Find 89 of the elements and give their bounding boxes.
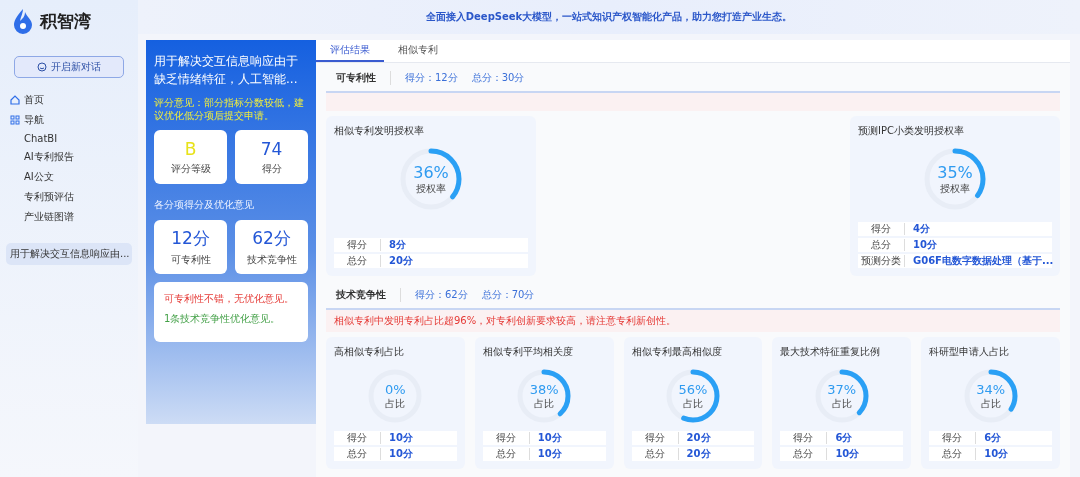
percent-value: 38% — [529, 381, 559, 397]
nav-label: 导航 — [24, 113, 44, 127]
card-title: 相似专利发明授权率 — [334, 124, 425, 138]
row-value: 10分 — [913, 239, 937, 251]
card-title: 相似专利最高相似度 — [631, 345, 723, 359]
card-title: 科研型申请人占比 — [929, 345, 1011, 359]
section-score: 得分：62分 — [415, 288, 468, 302]
row-value: 10分 — [537, 448, 562, 460]
stat-label: 技术竞争性 — [246, 253, 297, 267]
row-label: 总分 — [858, 239, 905, 251]
row-label: 总分 — [482, 448, 530, 460]
row-value: 10分 — [389, 432, 413, 444]
section-total: 总分：30分 — [471, 71, 525, 85]
row-value: 20分 — [686, 448, 711, 460]
flame-logo-icon — [12, 8, 34, 34]
row-label: 得分 — [334, 432, 381, 444]
stat-value: 12分 — [171, 227, 210, 250]
stat-value: B — [184, 138, 197, 159]
row-value: G06F电数字数据处理（基于... — [913, 255, 1054, 267]
tab[interactable]: 相似专利 — [384, 40, 452, 62]
note-text: 可专利性不错，无优化意见。 — [164, 292, 295, 306]
stat-label: 可专利性 — [170, 253, 211, 267]
nav-label: 首页 — [24, 93, 44, 107]
brand-name: 积智湾 — [40, 9, 91, 33]
row-value: 10分 — [835, 448, 860, 460]
row-label: 总分 — [780, 448, 828, 460]
section-score: 得分：12分 — [405, 71, 458, 85]
card-title: 最大技术特征重复比例 — [780, 345, 882, 359]
row-label: 得分 — [929, 432, 977, 444]
section-name: 可专利性 — [336, 71, 391, 85]
note-text: 1条技术竞争性优化意见。 — [164, 312, 282, 326]
new-chat-button[interactable]: 开启新对话 — [14, 56, 124, 78]
row-value: 10分 — [537, 432, 562, 444]
row-label: 预测分类 — [858, 255, 905, 267]
gauge-caption: 占比 — [831, 396, 852, 411]
nav-item[interactable]: 导航 — [6, 112, 132, 128]
percent-value: 0% — [385, 381, 406, 397]
stat-label: 评分等级 — [170, 161, 211, 176]
row-value: 6分 — [984, 432, 1002, 444]
gauge-caption: 占比 — [683, 396, 703, 411]
section-name: 技术竞争性 — [336, 288, 401, 302]
percent-value: 36% — [413, 162, 449, 182]
row-value: 6分 — [835, 432, 853, 444]
row-label: 得分 — [858, 223, 905, 235]
percent-value: 56% — [678, 381, 708, 397]
stat-label: 得分 — [261, 161, 282, 176]
row-label: 总分 — [334, 255, 381, 267]
nav-subitem[interactable]: 专利预评估 — [6, 189, 132, 205]
gauge-caption: 占比 — [385, 396, 406, 411]
row-value: 10分 — [389, 448, 413, 460]
nav-subitem[interactable]: AI公文 — [6, 169, 132, 185]
percent-value: 35% — [937, 162, 973, 182]
section-label: 各分项得分及优化意见 — [154, 198, 255, 212]
stat-value: 62分 — [252, 227, 291, 250]
chat-icon — [37, 62, 47, 72]
gauge-caption: 授权率 — [416, 181, 446, 196]
card-title: 高相似专利占比 — [334, 345, 405, 359]
score-comment: 评分意见：部分指标分数较低，建议优化低分项后提交申请。 — [154, 96, 305, 122]
nav-item[interactable]: 首页 — [6, 92, 132, 108]
row-value: 10分 — [984, 448, 1009, 460]
banner-text: 全面接入DeepSeek大模型，一站式知识产权智能化产品，助力您打造产业生态。 — [138, 0, 1080, 34]
home-icon — [10, 95, 20, 105]
percent-value: 37% — [827, 381, 857, 397]
row-label: 得分 — [631, 432, 679, 444]
row-label: 总分 — [334, 448, 381, 460]
row-value: 20分 — [389, 255, 413, 267]
card-title: 预测IPC小类发明授权率 — [858, 124, 965, 138]
stat-value: 74 — [260, 138, 283, 159]
nav-subitem[interactable]: 产业链图谱 — [6, 209, 132, 225]
row-value: 4分 — [913, 223, 930, 235]
grid-icon — [10, 115, 20, 125]
row-label: 得分 — [334, 239, 381, 251]
row-label: 总分 — [929, 448, 977, 460]
nav-subitem[interactable]: AI专利报告 — [6, 149, 132, 165]
row-label: 得分 — [780, 432, 828, 444]
card-title: 相似专利平均相关度 — [482, 345, 574, 359]
percent-value: 34% — [976, 381, 1006, 397]
row-label: 得分 — [482, 432, 530, 444]
section-total: 总分：70分 — [481, 288, 535, 302]
summary-title: 用于解决交互信息响应由于缺乏情绪特征，人工智能... — [154, 53, 299, 88]
alert-message: 相似专利中发明专利占比超96%，对专利创新要求较高，请注意专利新创性。 — [326, 310, 1060, 332]
row-value: 8分 — [389, 239, 406, 251]
nav-subitem[interactable]: ChatBI — [6, 132, 132, 145]
gauge-caption: 占比 — [534, 396, 555, 411]
row-value: 20分 — [686, 432, 711, 444]
history-item[interactable]: 用于解决交互信息响应由... — [6, 243, 132, 265]
row-label: 总分 — [631, 448, 679, 460]
gauge-caption: 占比 — [980, 396, 1001, 411]
gauge-caption: 授权率 — [940, 181, 970, 196]
